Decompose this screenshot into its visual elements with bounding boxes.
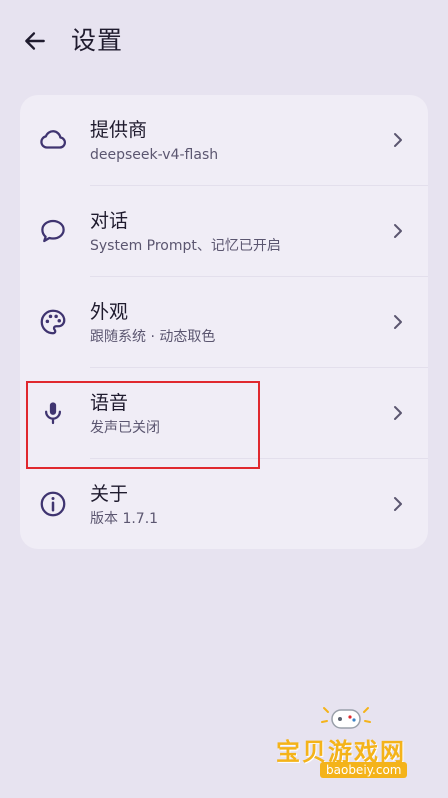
chevron-right-icon	[390, 221, 406, 241]
settings-item-subtitle: 发声已关闭	[90, 420, 160, 436]
settings-item-subtitle: 跟随系统 · 动态取色	[90, 329, 216, 345]
cloud-icon	[38, 125, 68, 155]
chevron-right-icon	[390, 312, 406, 332]
settings-item-appearance[interactable]: 外观 跟随系统 · 动态取色	[20, 277, 428, 368]
back-button[interactable]	[20, 26, 50, 56]
gamepad-icon	[321, 707, 371, 729]
settings-item-title: 语音	[90, 392, 129, 414]
settings-item-chat[interactable]: 对话 System Prompt、记忆已开启	[20, 186, 428, 277]
top-app-bar: 设置	[0, 0, 448, 84]
watermark-logo: 宝贝游戏网 baobeiy.com	[268, 700, 438, 788]
chevron-right-icon	[390, 130, 406, 150]
settings-item-title: 提供商	[90, 119, 148, 141]
settings-item-title: 对话	[90, 210, 129, 232]
chevron-right-icon	[390, 403, 406, 423]
settings-item-about[interactable]: 关于 版本 1.7.1	[20, 459, 428, 549]
chat-bubble-icon	[38, 216, 68, 246]
settings-item-voice[interactable]: 语音 发声已关闭	[20, 368, 428, 459]
settings-item-title: 关于	[90, 483, 129, 505]
settings-item-subtitle: deepseek-v4-flash	[90, 147, 219, 163]
settings-item-provider[interactable]: 提供商 deepseek-v4-flash	[20, 95, 428, 186]
info-icon	[38, 489, 68, 519]
watermark-url: baobeiy.com	[320, 762, 408, 778]
settings-item-subtitle: 版本 1.7.1	[90, 511, 159, 527]
settings-item-subtitle: System Prompt、记忆已开启	[90, 238, 281, 254]
palette-icon	[38, 307, 68, 337]
microphone-icon	[38, 398, 68, 428]
settings-item-title: 外观	[90, 301, 129, 323]
settings-card: 提供商 deepseek-v4-flash 对话 System Prompt、记…	[20, 95, 428, 549]
arrow-left-icon	[25, 32, 45, 50]
page-title: 设置	[71, 26, 124, 55]
chevron-right-icon	[390, 494, 406, 514]
